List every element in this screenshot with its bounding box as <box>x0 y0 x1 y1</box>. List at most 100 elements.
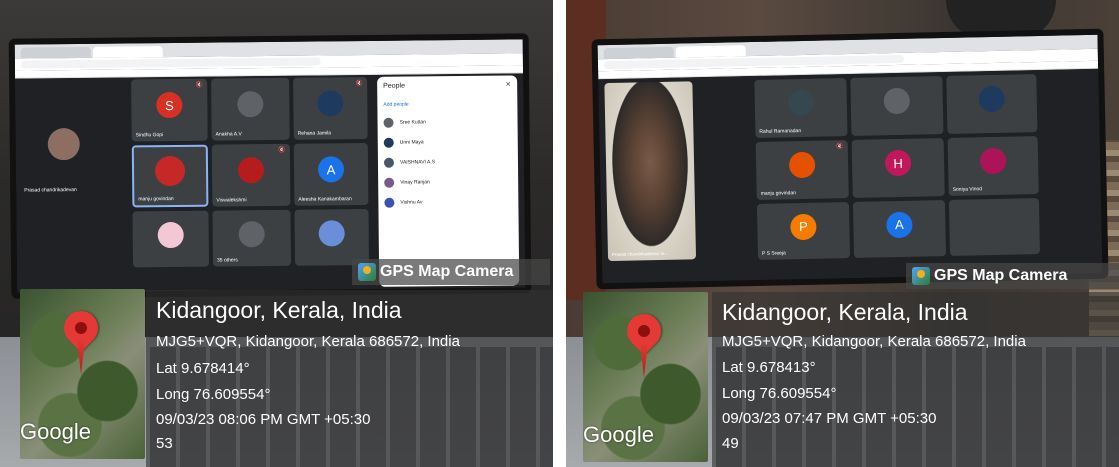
gps-map-camera-icon <box>358 263 376 281</box>
avatar <box>787 90 815 117</box>
location-address: MJG5+VQR, Kidangoor, Kerala 686572, Indi… <box>156 333 460 350</box>
latitude: Lat 9.678413° <box>722 359 816 376</box>
participant-tile[interactable]: 🔇 S Sindhu Gopi <box>131 78 208 142</box>
people-row-name: VAISHNAVI A.S <box>399 159 436 166</box>
participant-name: Rehana Jamila <box>297 130 332 137</box>
map-thumbnail: Google <box>583 292 708 462</box>
avatar <box>237 91 264 118</box>
avatar <box>883 88 911 115</box>
participant-name: Soniya Vinod <box>952 186 983 193</box>
side-avatar-tile[interactable]: Prasad chandrikadevan <box>19 105 109 197</box>
browser-tab[interactable] <box>20 46 91 59</box>
avatar: H <box>884 150 912 177</box>
avatar <box>317 90 344 117</box>
avatar <box>318 219 345 247</box>
avatar: P <box>790 213 817 240</box>
avatar <box>788 152 816 179</box>
datetime: 09/03/23 07:47 PM GMT +05:30 <box>722 410 937 427</box>
location-panel: Kidangoor, Kerala, India MJG5+VQR, Kidan… <box>146 290 553 467</box>
participant-tile[interactable]: Soniya Vinod <box>947 136 1039 196</box>
gps-map-camera-badge: GPS Map Camera <box>352 259 550 285</box>
participant-name: Sindhu Gopi <box>135 132 164 139</box>
people-row[interactable]: Sree Kuttan <box>383 116 512 128</box>
longitude: Long 76.609554° <box>156 386 271 403</box>
mic-off-icon: 🔇 <box>278 147 286 154</box>
photo-right: Prasad chandrikadevan re... Rahul Ramana… <box>566 0 1119 467</box>
people-panel-title: People <box>383 82 406 90</box>
google-logo-text: Google <box>583 422 654 447</box>
browser-tab[interactable] <box>603 46 674 60</box>
participant-tile[interactable]: H <box>851 138 945 198</box>
people-row[interactable]: Vinay Ranjan <box>384 176 512 188</box>
avatar <box>154 156 186 187</box>
participant-tile[interactable] <box>294 208 370 266</box>
gps-badge-label: GPS Map Camera <box>934 267 1068 284</box>
location-address: MJG5+VQR, Kidangoor, Kerala 686572, Indi… <box>722 333 1026 350</box>
gps-badge-label: GPS Map Camera <box>380 263 514 280</box>
participant-name: Rahul Ramanadan <box>759 128 802 135</box>
participant-name: Prasad chandrikadevan re... <box>611 250 669 258</box>
participant-tile[interactable]: 🔇 Viswalekshmi <box>211 143 291 207</box>
datetime: 09/03/23 08:06 PM GMT +05:30 <box>156 411 371 428</box>
self-video-tile[interactable]: Prasad chandrikadevan re... <box>604 81 697 262</box>
avatar <box>238 220 265 247</box>
avatar <box>383 137 394 148</box>
photo-number: 49 <box>722 435 739 452</box>
participant-tile[interactable] <box>946 74 1038 134</box>
participant-tile[interactable] <box>132 210 210 268</box>
others-tile[interactable]: 35 others <box>212 209 292 267</box>
participant-tile-speaking[interactable]: manju govindan <box>131 144 209 208</box>
people-row-name: Vishnu Av <box>400 199 423 206</box>
browser-tab-meet[interactable] <box>92 46 163 58</box>
avatar: S <box>156 91 183 119</box>
participant-tile[interactable]: P P S Sreeja <box>756 202 851 260</box>
participant-tile[interactable]: Anakha A.V <box>211 77 290 141</box>
participant-name: Aleesha Kanakambaran <box>298 196 352 203</box>
participant-tile[interactable] <box>850 76 944 136</box>
location-title: Kidangoor, Kerala, India <box>722 299 968 325</box>
participant-name: P S Sreeja <box>761 250 786 257</box>
location-title: Kidangoor, Kerala, India <box>156 297 402 323</box>
participant-name: Viswalekshmi <box>216 197 247 204</box>
gps-map-camera-badge: GPS Map Camera <box>906 263 1119 289</box>
participant-tile[interactable]: A Aleesha Kanakambaran <box>293 142 369 206</box>
avatar <box>237 157 265 184</box>
avatar: A <box>317 156 345 183</box>
google-logo-text: Google <box>20 419 91 444</box>
mic-off-icon: 🔇 <box>355 81 364 88</box>
add-people-button[interactable]: Add people <box>383 100 511 108</box>
laptop-screen: Prasad chandrikadevan re... Rahul Ramana… <box>591 28 1109 290</box>
participant-tile[interactable] <box>948 198 1041 256</box>
people-row[interactable]: Unni Maya <box>383 136 512 148</box>
map-thumbnail: Google <box>20 289 145 459</box>
participant-name: manju govindan <box>138 196 174 203</box>
avatar <box>384 197 395 208</box>
people-row-name: Unni Maya <box>399 139 424 146</box>
avatar: A <box>886 211 913 238</box>
participant-tile[interactable]: 🔇 Rehana Jamila <box>293 76 368 140</box>
photo-number: 53 <box>156 435 173 452</box>
url-field[interactable] <box>20 57 321 69</box>
location-panel: Kidangoor, Kerala, India MJG5+VQR, Kidan… <box>712 292 1119 467</box>
participant-name: Anakha A.V <box>215 131 242 138</box>
map-pin-tail <box>77 339 85 375</box>
people-row-name: Sree Kuttan <box>399 119 426 126</box>
participant-tile[interactable]: A <box>852 200 947 258</box>
people-row-name: Vinay Ranjan <box>400 179 430 186</box>
browser-tab-meet[interactable] <box>675 45 746 58</box>
photo-left: Prasad chandrikadevan 🔇 S Sindhu Gopi An… <box>0 0 553 467</box>
mic-off-icon: 🔇 <box>836 144 844 151</box>
people-panel: People ✕ Add people Sree Kuttan Unni May… <box>377 75 520 287</box>
close-icon[interactable]: ✕ <box>505 80 511 88</box>
avatar <box>383 157 395 168</box>
participant-tile[interactable]: Rahul Ramanadan <box>754 78 848 138</box>
avatar <box>157 221 184 248</box>
longitude: Long 76.609554° <box>722 385 837 402</box>
mic-off-icon: 🔇 <box>195 82 204 89</box>
others-count: 35 others <box>216 257 238 264</box>
latitude: Lat 9.678414° <box>156 360 250 377</box>
people-row[interactable]: Vishnu Av <box>384 196 512 208</box>
gps-map-camera-icon <box>912 267 930 285</box>
participant-tile[interactable]: 🔇 manju govindan <box>755 140 849 200</box>
people-row[interactable]: VAISHNAVI A.S <box>383 156 512 168</box>
